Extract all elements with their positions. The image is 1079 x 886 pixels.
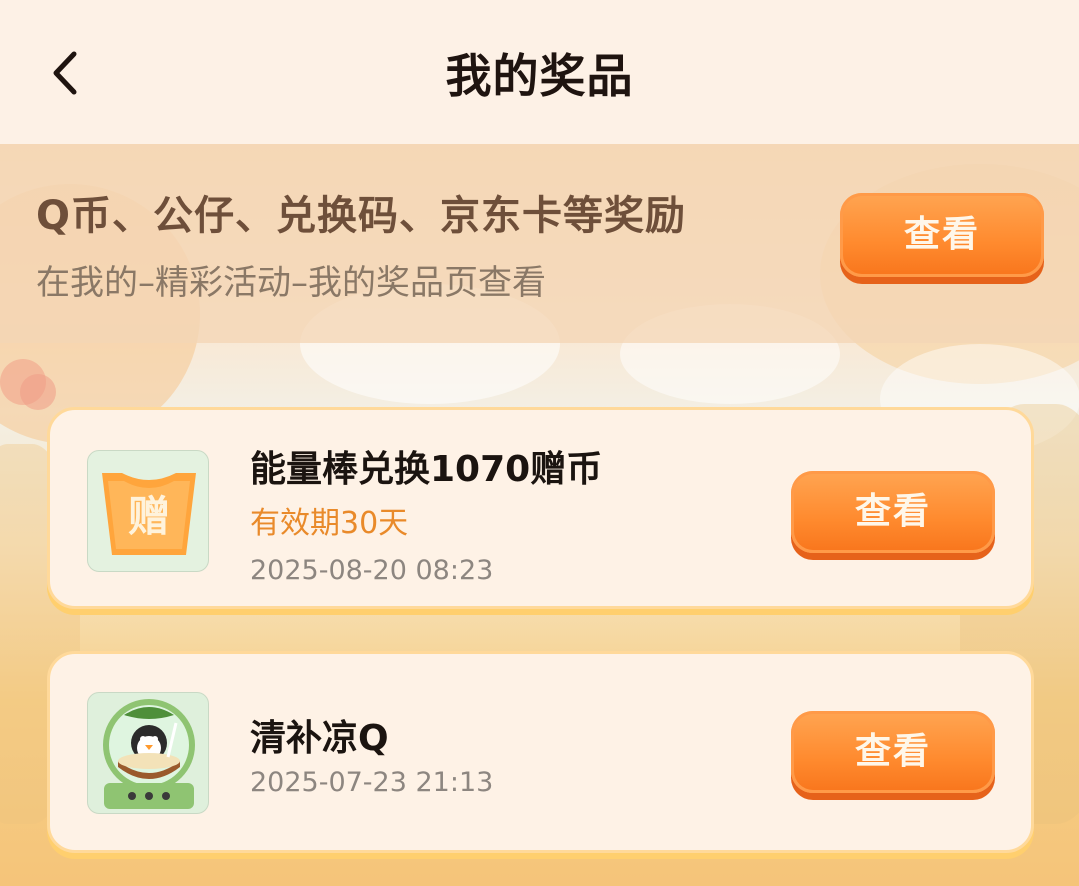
banner-view-button-label: 查看 — [903, 214, 980, 255]
prize-thumbnail — [87, 692, 209, 814]
prize-date: 2025-07-23 21:13 — [250, 767, 494, 798]
penguin-coconut-drink-icon — [103, 699, 195, 809]
top-bar: 我的奖品 — [0, 0, 1079, 144]
prize-validity: 有效期30天 — [250, 506, 409, 541]
prize-name: 清补凉Q — [250, 718, 389, 759]
banner-view-button[interactable]: 查看 — [840, 193, 1044, 277]
prize-card: 清补凉Q 2025-07-23 21:13 查看 — [47, 651, 1034, 853]
prize-card: 赠 能量棒兑换1070赠币 有效期30天 2025-08-20 08:23 查看 — [47, 407, 1034, 609]
banner-title: Q币、公仔、兑换码、京东卡等奖励 — [36, 193, 687, 239]
prize-view-button-label: 查看 — [854, 491, 931, 532]
gift-ticket-icon: 赠 — [102, 473, 196, 555]
prize-date: 2025-08-20 08:23 — [250, 555, 494, 586]
prize-view-button[interactable]: 查看 — [791, 711, 995, 793]
prize-view-button[interactable]: 查看 — [791, 471, 995, 553]
gift-ticket-text: 赠 — [128, 492, 170, 541]
prize-name: 能量棒兑换1070赠币 — [250, 449, 603, 490]
banner-subtitle: 在我的–精彩活动–我的奖品页查看 — [36, 263, 546, 303]
prize-thumbnail: 赠 — [87, 450, 209, 572]
page-title: 我的奖品 — [445, 49, 634, 103]
prize-view-button-label: 查看 — [854, 731, 931, 772]
